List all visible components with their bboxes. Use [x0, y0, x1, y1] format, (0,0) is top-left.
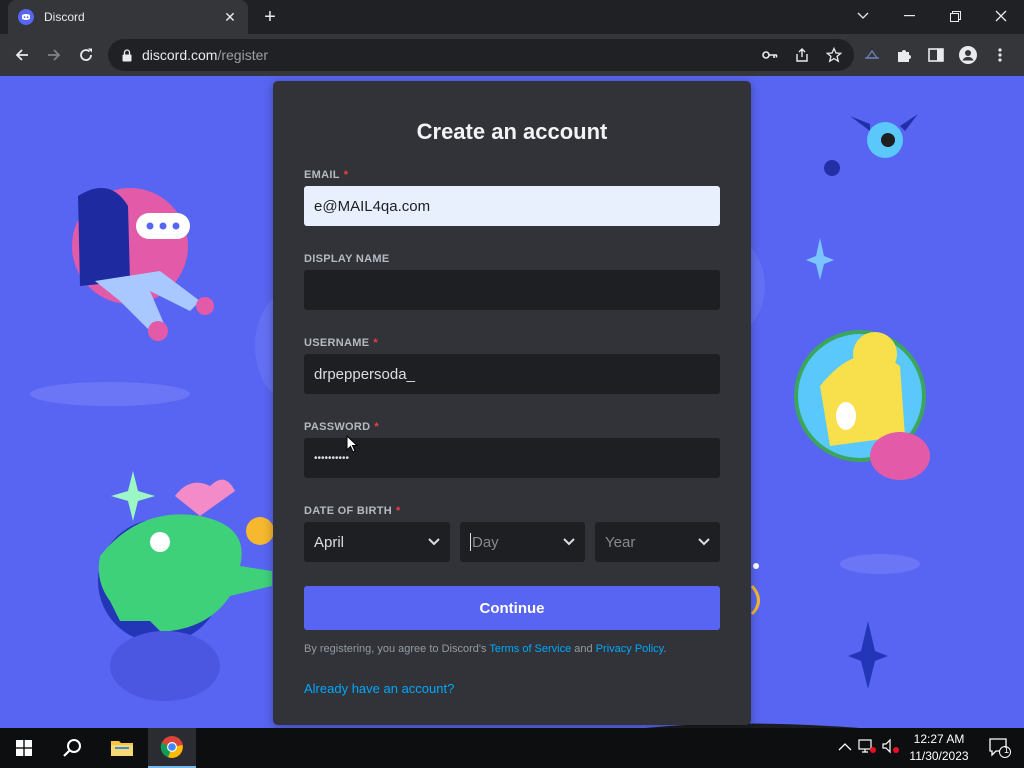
- clock-date: 11/30/2023: [909, 749, 969, 763]
- share-icon[interactable]: [792, 45, 812, 65]
- discord-register-page: Create an account EMAIL * e@MAIL4qa.com D…: [0, 76, 1024, 728]
- browser-toolbar: discord.com/register: [0, 34, 1024, 76]
- taskbar-clock[interactable]: 12:27 AM 11/30/2023: [904, 731, 974, 765]
- address-bar[interactable]: discord.com/register: [108, 39, 854, 71]
- legal-prefix: By registering, you agree to Discord's: [304, 643, 490, 655]
- forward-button[interactable]: [42, 43, 66, 67]
- taskbar: 12:27 AM 11/30/2023 1: [0, 728, 1024, 768]
- required-marker: *: [396, 505, 401, 517]
- username-label: USERNAME *: [304, 337, 378, 349]
- day-input-wrap: Day: [470, 533, 499, 551]
- url-path: /register: [217, 47, 269, 63]
- legal-and: and: [571, 643, 596, 655]
- text-cursor: [470, 533, 471, 551]
- lock-icon: [122, 48, 132, 61]
- tab-close-icon[interactable]: ✕: [222, 9, 238, 26]
- month-value: April: [314, 533, 345, 551]
- day-placeholder: Day: [472, 533, 499, 551]
- display-name-label: DISPLAY NAME: [304, 253, 390, 265]
- arrow-right-icon: [48, 49, 61, 61]
- username-label-text: USERNAME: [304, 337, 370, 349]
- notification-count: 1: [1004, 745, 1010, 755]
- date-of-birth-label: DATE OF BIRTH *: [304, 505, 401, 517]
- legal-notice: By registering, you agree to Discord's T…: [304, 643, 666, 655]
- password-field[interactable]: ••••••••••: [304, 438, 720, 478]
- tab-title: Discord: [44, 10, 85, 24]
- password-label: PASSWORD *: [304, 421, 379, 433]
- year-select[interactable]: Year: [595, 522, 720, 562]
- windows-logo-icon: [16, 740, 32, 756]
- privacy-policy-link[interactable]: Privacy Policy: [596, 643, 664, 655]
- day-select[interactable]: Day: [460, 522, 585, 562]
- minimize-icon: [903, 15, 915, 17]
- restore-icon: [949, 10, 961, 22]
- close-icon: [995, 10, 1007, 22]
- close-window-button[interactable]: [978, 0, 1024, 32]
- file-explorer-button[interactable]: [98, 728, 146, 768]
- required-marker: *: [374, 421, 379, 433]
- chrome-icon: [160, 736, 183, 758]
- chevron-down-icon: [563, 538, 575, 546]
- system-tray: [838, 728, 900, 768]
- profile-avatar-icon[interactable]: [958, 43, 978, 67]
- key-icon[interactable]: [760, 45, 780, 65]
- volume-muted-icon[interactable]: [882, 738, 900, 759]
- back-button[interactable]: [10, 43, 34, 67]
- clock-time: 12:27 AM: [913, 732, 965, 746]
- required-marker: *: [373, 337, 378, 349]
- reload-icon: [80, 48, 92, 61]
- more-menu-icon[interactable]: [990, 43, 1010, 67]
- minimize-button[interactable]: [886, 0, 932, 32]
- email-label: EMAIL *: [304, 169, 348, 181]
- search-icon: [63, 739, 81, 757]
- search-button[interactable]: [48, 728, 96, 768]
- email-label-text: EMAIL: [304, 169, 340, 181]
- arrow-left-icon: [15, 49, 28, 61]
- folder-icon: [111, 741, 133, 756]
- chevron-down-icon: [428, 538, 440, 546]
- tab-strip: Discord ✕ +: [0, 0, 1024, 34]
- legal-suffix: .: [663, 643, 667, 655]
- discord-favicon-icon: [18, 9, 34, 25]
- required-marker: *: [343, 169, 349, 181]
- extension-cloud-icon[interactable]: [862, 43, 882, 67]
- bookmark-star-icon[interactable]: [824, 45, 844, 65]
- terms-of-service-link[interactable]: Terms of Service: [489, 643, 571, 655]
- restore-button[interactable]: [932, 0, 978, 32]
- password-label-text: PASSWORD: [304, 421, 371, 433]
- register-card: Create an account EMAIL * e@MAIL4qa.com D…: [273, 81, 751, 725]
- year-placeholder: Year: [605, 533, 636, 551]
- notifications-button[interactable]: 1: [976, 728, 1024, 768]
- display-name-field[interactable]: [304, 270, 720, 310]
- tab-search-button[interactable]: [840, 0, 886, 32]
- mouse-pointer-icon: [346, 435, 358, 453]
- chrome-taskbar-button[interactable]: [148, 728, 196, 768]
- side-panel-icon[interactable]: [926, 43, 946, 67]
- chevron-down-icon: [857, 12, 869, 19]
- network-icon[interactable]: [858, 738, 876, 759]
- month-select[interactable]: April: [304, 522, 450, 562]
- email-field[interactable]: e@MAIL4qa.com: [304, 186, 720, 226]
- chevron-down-icon: [698, 538, 710, 546]
- dob-label-text: DATE OF BIRTH: [304, 505, 393, 517]
- url-host: discord.com: [142, 47, 218, 63]
- username-field[interactable]: drpeppersoda_: [304, 354, 720, 394]
- tab-discord[interactable]: Discord ✕: [8, 0, 248, 34]
- new-tab-button[interactable]: +: [258, 5, 282, 29]
- show-hidden-icons-icon[interactable]: [838, 739, 852, 757]
- extensions-puzzle-icon[interactable]: [894, 43, 914, 67]
- continue-button[interactable]: Continue: [304, 586, 720, 630]
- reload-button[interactable]: [74, 43, 98, 67]
- login-link[interactable]: Already have an account?: [304, 681, 454, 696]
- page-title: Create an account: [416, 119, 608, 144]
- start-button[interactable]: [0, 728, 48, 768]
